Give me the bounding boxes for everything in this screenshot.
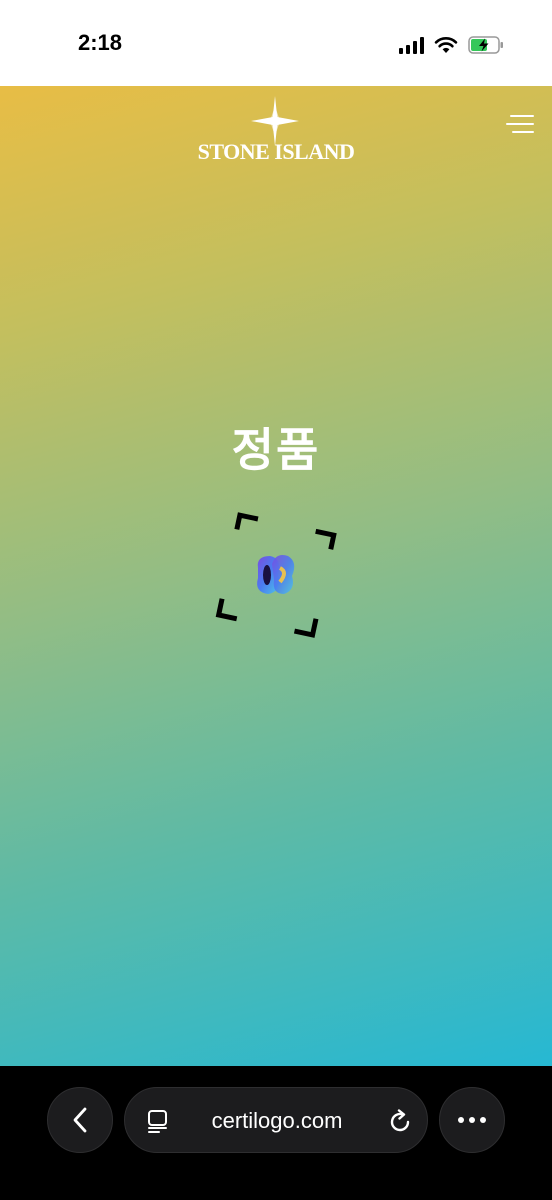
certilogo-hologram-icon: [257, 555, 295, 594]
status-time: 2:18: [78, 30, 123, 55]
more-button[interactable]: [439, 1087, 505, 1153]
more-dots-icon: [458, 1117, 486, 1123]
scan-frame[interactable]: [206, 506, 346, 646]
menu-icon: [510, 115, 534, 117]
menu-button[interactable]: [502, 114, 534, 136]
main-content: STONE ISLAND 정품: [0, 86, 552, 1066]
chevron-left-icon: [73, 1107, 87, 1133]
back-button[interactable]: [47, 1087, 113, 1153]
browser-toolbar: certilogo.com: [0, 1066, 552, 1200]
address-bar[interactable]: certilogo.com: [124, 1087, 428, 1153]
battery-charging-icon: [468, 36, 504, 54]
status-icons: [399, 34, 504, 56]
wifi-icon: [434, 36, 458, 54]
scan-frame-icon: [215, 512, 337, 638]
page-heading: 정품: [231, 423, 321, 477]
cellular-signal-icon: [399, 36, 424, 54]
brand-name: STONE ISLAND: [197, 139, 355, 164]
reload-icon[interactable]: [387, 1109, 413, 1135]
brand-logo[interactable]: STONE ISLAND: [193, 96, 359, 166]
url-text[interactable]: certilogo.com: [125, 1108, 429, 1134]
status-bar: 2:18: [0, 0, 552, 86]
